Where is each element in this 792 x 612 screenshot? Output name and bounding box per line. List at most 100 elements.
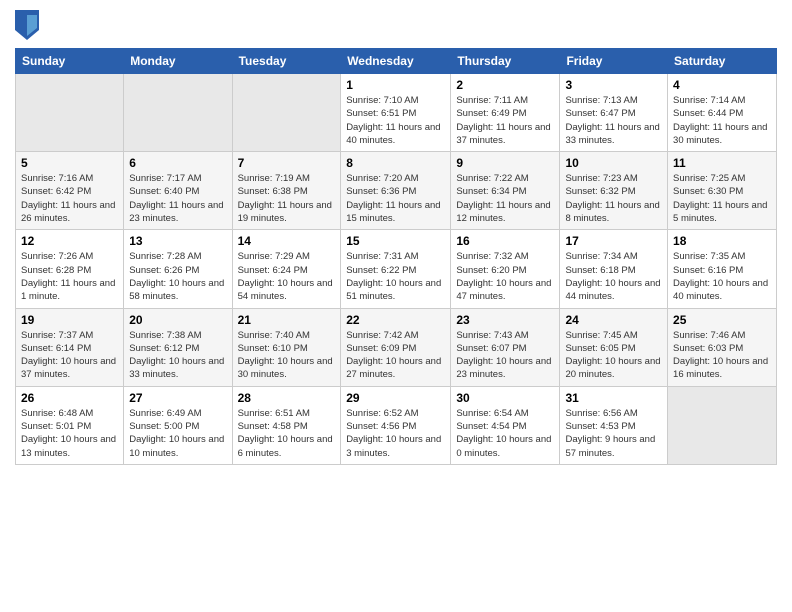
day-number: 29 (346, 391, 445, 405)
day-number: 19 (21, 313, 118, 327)
day-number: 5 (21, 156, 118, 170)
day-number: 17 (565, 234, 662, 248)
day-info: Sunrise: 7:42 AM Sunset: 6:09 PM Dayligh… (346, 329, 445, 382)
day-info: Sunrise: 6:54 AM Sunset: 4:54 PM Dayligh… (456, 407, 554, 460)
day-number: 31 (565, 391, 662, 405)
week-row: 1 Sunrise: 7:10 AM Sunset: 6:51 PM Daylig… (16, 74, 777, 152)
calendar-table: SundayMondayTuesdayWednesdayThursdayFrid… (15, 48, 777, 465)
day-number: 1 (346, 78, 445, 92)
day-number: 13 (129, 234, 226, 248)
weekday-header: Friday (560, 49, 668, 74)
day-cell (124, 74, 232, 152)
day-number: 21 (238, 313, 336, 327)
day-info: Sunrise: 7:28 AM Sunset: 6:26 PM Dayligh… (129, 250, 226, 303)
day-info: Sunrise: 7:34 AM Sunset: 6:18 PM Dayligh… (565, 250, 662, 303)
day-cell: 21 Sunrise: 7:40 AM Sunset: 6:10 PM Dayli… (232, 308, 341, 386)
day-cell: 27Sunrise: 6:49 AM Sunset: 5:00 PM Dayli… (124, 386, 232, 464)
day-cell: 23Sunrise: 7:43 AM Sunset: 6:07 PM Dayli… (451, 308, 560, 386)
weekday-header: Wednesday (341, 49, 451, 74)
day-cell: 25Sunrise: 7:46 AM Sunset: 6:03 PM Dayli… (668, 308, 777, 386)
weekday-header: Thursday (451, 49, 560, 74)
week-row: 12 Sunrise: 7:26 AM Sunset: 6:28 PM Dayli… (16, 230, 777, 308)
weekday-header: Sunday (16, 49, 124, 74)
day-info: Sunrise: 7:26 AM Sunset: 6:28 PM Dayligh… (21, 250, 118, 303)
day-number: 27 (129, 391, 226, 405)
day-number: 16 (456, 234, 554, 248)
day-info: Sunrise: 7:40 AM Sunset: 6:10 PM Dayligh… (238, 329, 336, 382)
day-cell: 17 Sunrise: 7:34 AM Sunset: 6:18 PM Dayli… (560, 230, 668, 308)
day-cell: 16 Sunrise: 7:32 AM Sunset: 6:20 PM Dayli… (451, 230, 560, 308)
logo (15, 10, 43, 40)
day-cell: 29 Sunrise: 6:52 AM Sunset: 4:56 PM Dayli… (341, 386, 451, 464)
day-cell: 19 Sunrise: 7:37 AM Sunset: 6:14 PM Dayli… (16, 308, 124, 386)
day-info: Sunrise: 7:19 AM Sunset: 6:38 PM Dayligh… (238, 172, 336, 225)
day-info: Sunrise: 7:23 AM Sunset: 6:32 PM Dayligh… (565, 172, 662, 225)
weekday-header-row: SundayMondayTuesdayWednesdayThursdayFrid… (16, 49, 777, 74)
day-info: Sunrise: 6:52 AM Sunset: 4:56 PM Dayligh… (346, 407, 445, 460)
week-row: 19 Sunrise: 7:37 AM Sunset: 6:14 PM Dayli… (16, 308, 777, 386)
day-cell: 1 Sunrise: 7:10 AM Sunset: 6:51 PM Daylig… (341, 74, 451, 152)
day-cell: 24 Sunrise: 7:45 AM Sunset: 6:05 PM Dayli… (560, 308, 668, 386)
day-info: Sunrise: 7:16 AM Sunset: 6:42 PM Dayligh… (21, 172, 118, 225)
day-number: 12 (21, 234, 118, 248)
day-info: Sunrise: 6:51 AM Sunset: 4:58 PM Dayligh… (238, 407, 336, 460)
day-cell: 7 Sunrise: 7:19 AM Sunset: 6:38 PM Daylig… (232, 152, 341, 230)
day-info: Sunrise: 6:48 AM Sunset: 5:01 PM Dayligh… (21, 407, 118, 460)
day-number: 7 (238, 156, 336, 170)
logo-icon (15, 10, 39, 40)
day-cell: 13 Sunrise: 7:28 AM Sunset: 6:26 PM Dayli… (124, 230, 232, 308)
day-number: 8 (346, 156, 445, 170)
day-cell: 12 Sunrise: 7:26 AM Sunset: 6:28 PM Dayli… (16, 230, 124, 308)
day-cell: 26 Sunrise: 6:48 AM Sunset: 5:01 PM Dayli… (16, 386, 124, 464)
day-cell: 8 Sunrise: 7:20 AM Sunset: 6:36 PM Daylig… (341, 152, 451, 230)
day-number: 22 (346, 313, 445, 327)
day-cell: 31 Sunrise: 6:56 AM Sunset: 4:53 PM Dayli… (560, 386, 668, 464)
day-number: 11 (673, 156, 771, 170)
day-info: Sunrise: 7:13 AM Sunset: 6:47 PM Dayligh… (565, 94, 662, 147)
day-info: Sunrise: 7:22 AM Sunset: 6:34 PM Dayligh… (456, 172, 554, 225)
day-number: 24 (565, 313, 662, 327)
day-info: Sunrise: 6:56 AM Sunset: 4:53 PM Dayligh… (565, 407, 662, 460)
day-info: Sunrise: 7:37 AM Sunset: 6:14 PM Dayligh… (21, 329, 118, 382)
day-cell: 5 Sunrise: 7:16 AM Sunset: 6:42 PM Daylig… (16, 152, 124, 230)
day-info: Sunrise: 7:31 AM Sunset: 6:22 PM Dayligh… (346, 250, 445, 303)
day-info: Sunrise: 7:35 AM Sunset: 6:16 PM Dayligh… (673, 250, 771, 303)
day-info: Sunrise: 7:10 AM Sunset: 6:51 PM Dayligh… (346, 94, 445, 147)
day-info: Sunrise: 7:20 AM Sunset: 6:36 PM Dayligh… (346, 172, 445, 225)
day-number: 10 (565, 156, 662, 170)
week-row: 26 Sunrise: 6:48 AM Sunset: 5:01 PM Dayli… (16, 386, 777, 464)
day-cell: 14 Sunrise: 7:29 AM Sunset: 6:24 PM Dayli… (232, 230, 341, 308)
weekday-header: Tuesday (232, 49, 341, 74)
day-info: Sunrise: 7:11 AM Sunset: 6:49 PM Dayligh… (456, 94, 554, 147)
weekday-header: Monday (124, 49, 232, 74)
day-number: 30 (456, 391, 554, 405)
day-cell: 4Sunrise: 7:14 AM Sunset: 6:44 PM Daylig… (668, 74, 777, 152)
day-info: Sunrise: 7:45 AM Sunset: 6:05 PM Dayligh… (565, 329, 662, 382)
day-number: 14 (238, 234, 336, 248)
day-info: Sunrise: 7:43 AM Sunset: 6:07 PM Dayligh… (456, 329, 554, 382)
day-number: 25 (673, 313, 771, 327)
day-info: Sunrise: 7:14 AM Sunset: 6:44 PM Dayligh… (673, 94, 771, 147)
day-cell: 15 Sunrise: 7:31 AM Sunset: 6:22 PM Dayli… (341, 230, 451, 308)
day-cell: 11Sunrise: 7:25 AM Sunset: 6:30 PM Dayli… (668, 152, 777, 230)
calendar-container: SundayMondayTuesdayWednesdayThursdayFrid… (0, 0, 792, 612)
day-number: 9 (456, 156, 554, 170)
day-info: Sunrise: 7:32 AM Sunset: 6:20 PM Dayligh… (456, 250, 554, 303)
day-cell: 9 Sunrise: 7:22 AM Sunset: 6:34 PM Daylig… (451, 152, 560, 230)
day-number: 15 (346, 234, 445, 248)
day-cell (16, 74, 124, 152)
day-number: 3 (565, 78, 662, 92)
day-cell: 10 Sunrise: 7:23 AM Sunset: 6:32 PM Dayli… (560, 152, 668, 230)
day-number: 18 (673, 234, 771, 248)
day-cell: 2 Sunrise: 7:11 AM Sunset: 6:49 PM Daylig… (451, 74, 560, 152)
day-info: Sunrise: 7:29 AM Sunset: 6:24 PM Dayligh… (238, 250, 336, 303)
weekday-header: Saturday (668, 49, 777, 74)
day-number: 2 (456, 78, 554, 92)
day-cell: 6Sunrise: 7:17 AM Sunset: 6:40 PM Daylig… (124, 152, 232, 230)
day-cell: 18 Sunrise: 7:35 AM Sunset: 6:16 PM Dayli… (668, 230, 777, 308)
day-number: 6 (129, 156, 226, 170)
day-info: Sunrise: 7:38 AM Sunset: 6:12 PM Dayligh… (129, 329, 226, 382)
day-cell: 3 Sunrise: 7:13 AM Sunset: 6:47 PM Daylig… (560, 74, 668, 152)
day-number: 26 (21, 391, 118, 405)
day-number: 20 (129, 313, 226, 327)
